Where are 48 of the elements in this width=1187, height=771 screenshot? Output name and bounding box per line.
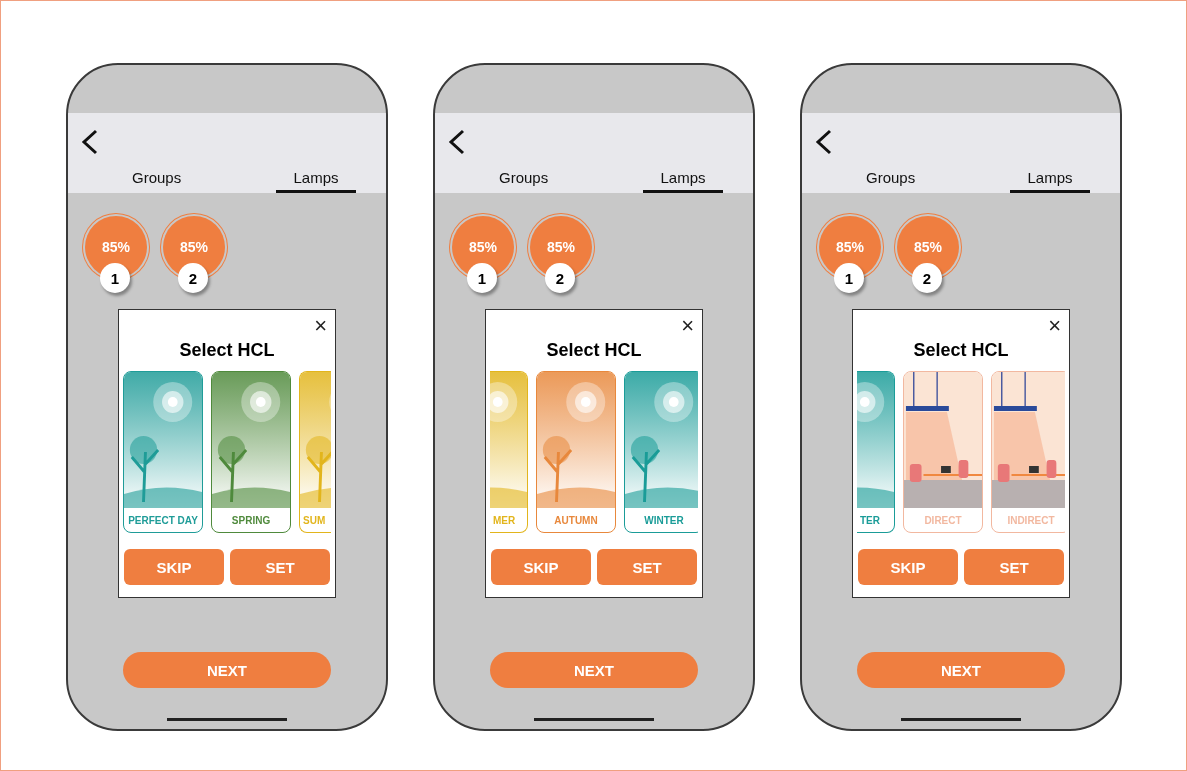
back-icon[interactable]: [447, 129, 467, 155]
tab[interactable]: Lamps: [643, 169, 723, 193]
card-label: DIRECT: [923, 513, 963, 528]
card-label: SPRING: [230, 513, 272, 528]
scene-card[interactable]: SUM: [299, 371, 331, 533]
lamp-number-badge: 1: [834, 263, 864, 293]
dialog-button[interactable]: SET: [597, 549, 697, 585]
dialog-title: Select HCL: [912, 340, 1010, 361]
lamp-number-badge: 1: [100, 263, 130, 293]
dialog-title: Select HCL: [545, 340, 643, 361]
scene-card[interactable]: WINTER: [624, 371, 698, 533]
scene-card[interactable]: AUTUMN: [536, 371, 616, 533]
card-label: INDIRECT: [1006, 513, 1056, 528]
lamp-number-badge: 2: [545, 263, 575, 293]
lamp-number-badge: 1: [467, 263, 497, 293]
next-button[interactable]: NEXT: [490, 652, 698, 688]
tab[interactable]: Groups: [116, 169, 198, 193]
dialog-title: Select HCL: [178, 340, 276, 361]
card-label: WINTER: [643, 513, 685, 528]
card-label: AUTUMN: [553, 513, 599, 528]
scene-card[interactable]: MER: [490, 371, 528, 533]
next-button[interactable]: NEXT: [123, 652, 331, 688]
dialog-button[interactable]: SET: [230, 549, 330, 585]
back-icon[interactable]: [80, 129, 100, 155]
next-button[interactable]: NEXT: [857, 652, 1065, 688]
tab[interactable]: Groups: [483, 169, 565, 193]
lamp-number-badge: 2: [912, 263, 942, 293]
card-label: SUM: [302, 513, 327, 528]
card-label: PERFECT DAY: [127, 513, 199, 528]
card-label: MER: [492, 513, 517, 528]
close-button[interactable]: ×: [677, 316, 698, 336]
scene-card[interactable]: TER: [857, 371, 895, 533]
close-button[interactable]: ×: [1044, 316, 1065, 336]
scene-card[interactable]: DIRECT: [903, 371, 983, 533]
scene-card[interactable]: PERFECT DAY: [123, 371, 203, 533]
dialog-button[interactable]: SKIP: [858, 549, 958, 585]
lamp-number-badge: 2: [178, 263, 208, 293]
tab[interactable]: Lamps: [276, 169, 356, 193]
dialog-button[interactable]: SET: [964, 549, 1064, 585]
dialog-button[interactable]: SKIP: [491, 549, 591, 585]
dialog-button[interactable]: SKIP: [124, 549, 224, 585]
scene-card[interactable]: SPRING: [211, 371, 291, 533]
scene-card[interactable]: INDIRECT: [991, 371, 1065, 533]
tab[interactable]: Groups: [850, 169, 932, 193]
tab[interactable]: Lamps: [1010, 169, 1090, 193]
back-icon[interactable]: [814, 129, 834, 155]
card-label: TER: [859, 513, 881, 528]
close-button[interactable]: ×: [310, 316, 331, 336]
